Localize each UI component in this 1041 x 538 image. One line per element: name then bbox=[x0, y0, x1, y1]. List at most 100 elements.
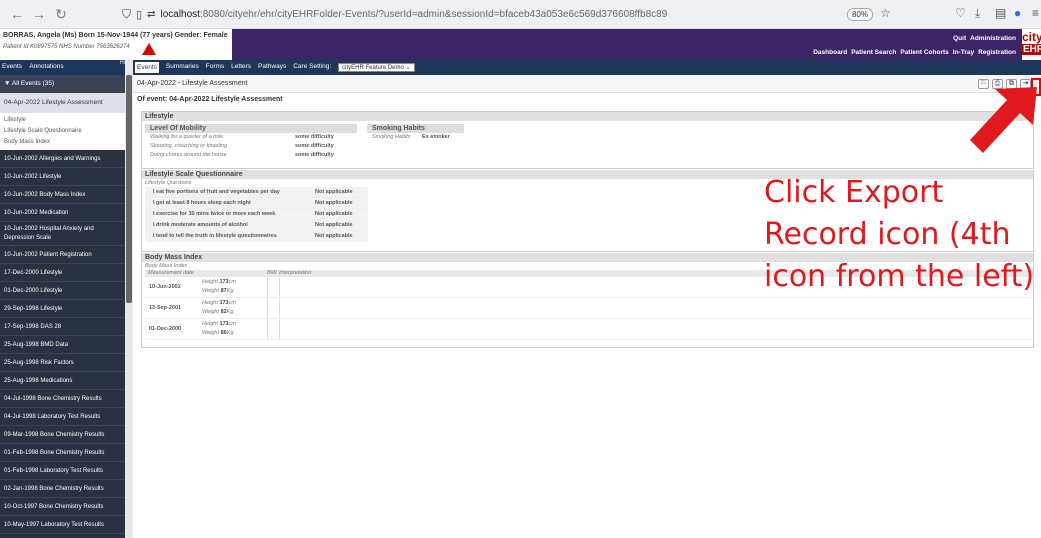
reload-icon[interactable]: ↻ bbox=[50, 6, 72, 23]
download-icon[interactable]: ⤓ bbox=[975, 6, 980, 21]
event-list-item[interactable]: 10-Jun-2002 Lifestyle bbox=[0, 168, 125, 186]
mobility-row: Doing chores around the house some diffic… bbox=[145, 151, 357, 160]
mobility-question: Doing chores around the house bbox=[150, 152, 227, 158]
page-icon: ▯ bbox=[136, 9, 143, 21]
questionnaire-row: I get at least 8 hours sleep each night N… bbox=[145, 198, 368, 209]
event-list-item[interactable]: 10-Oct-1997 Bone Chemistry Results bbox=[0, 498, 125, 516]
tab-forms[interactable]: Forms bbox=[206, 63, 224, 73]
nav-quit[interactable]: Quit bbox=[953, 35, 966, 42]
events-sidebar: ▼ All Events (35) 04-Apr-2022 Lifestyle … bbox=[0, 75, 125, 538]
tab-letters[interactable]: Letters bbox=[231, 63, 251, 73]
address-bar[interactable]: ⛉ ▯ ⇄ localhost:8080/cityehr/ehr/cityEHR… bbox=[122, 4, 802, 25]
bmi-interpretation bbox=[279, 277, 319, 297]
top-navigation: Quit Administration Dashboard Patient Sear… bbox=[809, 32, 1016, 60]
questionnaire-row: I drink moderate amounts of alcohol Not a… bbox=[145, 220, 368, 231]
bmi-row: 13-Sep-2001 Height 173cm Weight 82Kg bbox=[145, 298, 1033, 319]
sidebar-subitem-questionnaire[interactable]: Lifestyle Scale Questionnaire bbox=[0, 126, 125, 137]
scroll-thumb[interactable] bbox=[126, 75, 132, 303]
mobility-box: Level Of Mobility Walking for a quarter … bbox=[145, 124, 357, 160]
care-setting-label: Care Setting: bbox=[293, 63, 332, 70]
lifestyle-heading: Lifestyle bbox=[142, 112, 1033, 121]
bmi-value bbox=[267, 298, 279, 318]
smoking-box: Smoking Habits Smoking Habits Ex smoker bbox=[367, 124, 464, 142]
questionnaire-answer: Not applicable bbox=[315, 233, 353, 239]
back-icon[interactable]: ← bbox=[6, 6, 28, 22]
smoking-question: Smoking Habits bbox=[372, 134, 411, 140]
questionnaire-answer: Not applicable bbox=[315, 189, 353, 195]
event-list-item[interactable]: 10-Jun-2002 Hospital Anxiety and Depress… bbox=[0, 222, 125, 246]
tab-events-left[interactable]: Events bbox=[2, 63, 22, 70]
bmi-date: 13-Sep-2001 bbox=[149, 305, 182, 311]
mobility-question: Walking for a quarter of a mile bbox=[150, 134, 224, 140]
nav-patient-cohorts[interactable]: Patient Cohorts bbox=[900, 49, 948, 56]
event-list-item[interactable]: 17-Dec-2000 Lifestyle bbox=[0, 264, 125, 282]
event-list-item[interactable]: 04-Jul-1998 Laboratory Test Results bbox=[0, 408, 125, 426]
of-event-heading: Of event: 04-Apr-2022 Lifestyle Assessme… bbox=[137, 96, 283, 103]
questionnaire-answer: Not applicable bbox=[315, 200, 353, 206]
zoom-indicator[interactable]: 80% bbox=[847, 8, 873, 21]
mobility-heading: Level Of Mobility bbox=[145, 124, 357, 133]
tab-bar: Events Annotations Hide Events Summaries… bbox=[0, 60, 1041, 75]
account-icon[interactable]: ● bbox=[1014, 6, 1021, 20]
event-title: 04-Apr-2022 - Lifestyle Assessment ⚐ ⎙ ⧉… bbox=[133, 75, 1041, 93]
sidebar-subitem-bmi[interactable]: Body Mass Index bbox=[0, 137, 125, 148]
nav-in-tray[interactable]: In-Tray bbox=[953, 49, 974, 56]
sidebar-scrollbar[interactable] bbox=[125, 60, 133, 538]
event-list-item[interactable]: 01-Feb-1998 Bone Chemistry Results bbox=[0, 444, 125, 462]
care-setting-select[interactable]: cityEHR Feature Demo ⌄ bbox=[338, 63, 415, 72]
mobility-answer: some difficulty bbox=[295, 134, 334, 140]
bmi-interpretation bbox=[279, 298, 319, 318]
arrow-icon bbox=[970, 87, 1037, 153]
event-list-item[interactable]: 01-Dec-2000 Lifestyle bbox=[0, 282, 125, 300]
mobility-row: Stooping, crouching or kneeling some diff… bbox=[145, 142, 357, 151]
tab-annotations[interactable]: Annotations bbox=[29, 63, 63, 70]
event-list-item[interactable]: 01-Feb-1998 Laboratory Test Results bbox=[0, 462, 125, 480]
nav-patient-search[interactable]: Patient Search bbox=[851, 49, 896, 56]
bmi-value bbox=[267, 277, 279, 297]
extensions-icon[interactable]: ▤ bbox=[995, 6, 1006, 20]
header-bar: Quit Administration Dashboard Patient Sear… bbox=[232, 29, 1022, 60]
cityehr-logo: city EHR bbox=[1022, 29, 1041, 60]
selected-event[interactable]: 04-Apr-2022 Lifestyle Assessment bbox=[0, 93, 125, 113]
event-list-item[interactable]: 29-Sep-1998 Lifestyle bbox=[0, 300, 125, 318]
tab-events[interactable]: Events bbox=[135, 62, 159, 73]
star-icon[interactable]: ☆ bbox=[880, 6, 891, 20]
tab-pathways[interactable]: Pathways bbox=[258, 63, 286, 73]
menu-icon[interactable]: ≡ bbox=[1032, 6, 1039, 20]
sidebar-subitem-lifestyle[interactable]: Lifestyle bbox=[0, 115, 125, 126]
forward-icon[interactable]: → bbox=[28, 6, 50, 22]
questionnaire-row: I exercise for 30 mins twice or more eac… bbox=[145, 209, 368, 220]
event-list-item[interactable]: 02-Jan-1998 Bone Chemistry Results bbox=[0, 480, 125, 498]
event-list-item[interactable]: 10-Jun-2002 Allergies and Warnings bbox=[0, 150, 125, 168]
shield-icon: ⛉ bbox=[122, 7, 132, 21]
event-list-item[interactable]: 10-Jun-2002 Body Mass Index bbox=[0, 186, 125, 204]
event-list-item[interactable]: 09-Mar-1998 Bone Chemistry Results bbox=[0, 426, 125, 444]
bmi-measurements: Height 173cm Weight 87Kg bbox=[202, 279, 236, 294]
nav-registration[interactable]: Registration bbox=[978, 49, 1016, 56]
tab-summaries[interactable]: Summaries bbox=[166, 63, 199, 73]
patient-name: BORRAS, Angela (Ms) Born 15-Nov-1944 (77… bbox=[3, 32, 228, 39]
event-list-item[interactable]: 17-Sep-1998 DAS 28 bbox=[0, 318, 125, 336]
event-list-item[interactable]: 10-May-1997 Laboratory Test Results bbox=[0, 516, 125, 534]
event-list-item[interactable]: 25-Aug-1998 Risk Factors bbox=[0, 354, 125, 372]
lifestyle-section: Lifestyle Level Of Mobility Walking for … bbox=[141, 111, 1034, 169]
warning-icon[interactable] bbox=[142, 43, 156, 55]
url-text: localhost:8080/cityehr/ehr/cityEHRFolder… bbox=[160, 9, 668, 20]
all-events-toggle[interactable]: ▼ All Events (35) bbox=[0, 75, 125, 93]
pocket-icon[interactable]: ♡ bbox=[955, 6, 966, 20]
nav-dashboard[interactable]: Dashboard bbox=[813, 49, 847, 56]
event-list-item[interactable]: 25-Aug-1998 BMD Data bbox=[0, 336, 125, 354]
bmi-value bbox=[267, 319, 279, 339]
col-date: Measurement date bbox=[148, 270, 194, 276]
mobility-answer: some difficulty bbox=[295, 152, 334, 158]
smoking-answer: Ex smoker bbox=[422, 134, 450, 140]
event-list-item[interactable]: 04-Jul-1998 Bone Chemistry Results bbox=[0, 390, 125, 408]
bmi-date: 10-Jun-2002 bbox=[149, 284, 181, 290]
event-list-item[interactable]: 10-Jun-2002 Patient Registration bbox=[0, 246, 125, 264]
event-list-item[interactable]: 25-Aug-1998 Medications bbox=[0, 372, 125, 390]
nav-administration[interactable]: Administration bbox=[970, 35, 1016, 42]
browser-toolbar: ← → ↻ ⛉ ▯ ⇄ localhost:8080/cityehr/ehr/c… bbox=[0, 0, 1041, 29]
questionnaire-row: I tend to tell the truth in lifestyle qu… bbox=[145, 231, 368, 242]
event-list-item[interactable]: 10-Jun-2002 Medication bbox=[0, 204, 125, 222]
instruction-annotation: Click Export Record icon (4th icon from … bbox=[764, 175, 1035, 294]
